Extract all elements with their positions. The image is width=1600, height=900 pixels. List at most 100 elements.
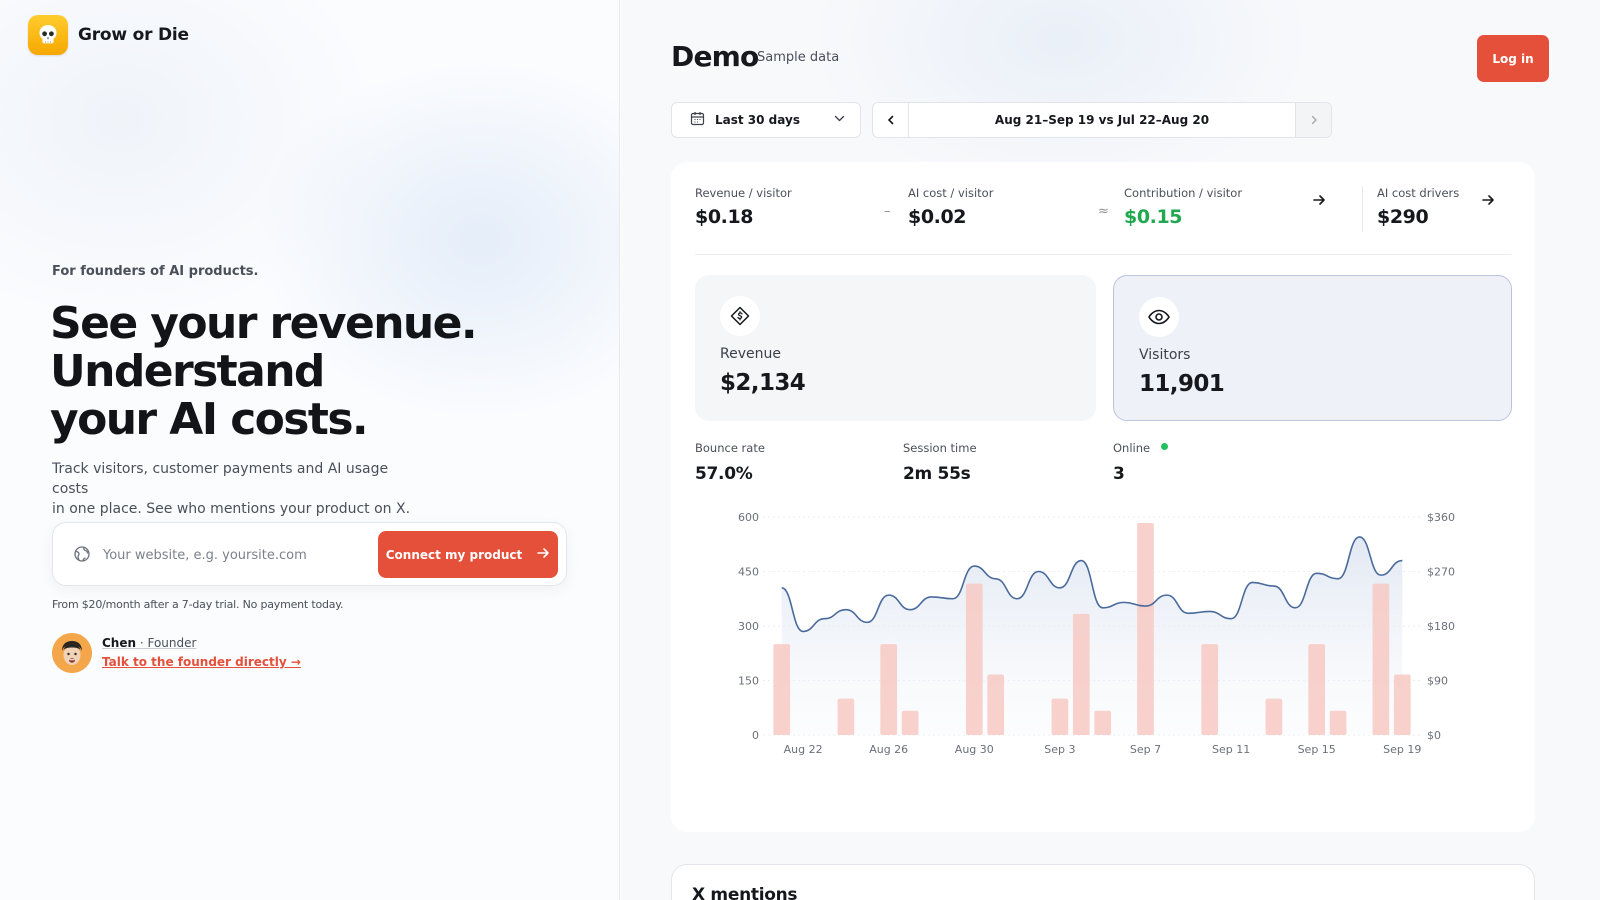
founder-name-line: Chen · Founder [102, 634, 301, 653]
metric-ai-cost-drivers[interactable]: AI cost drivers $290 [1377, 186, 1459, 228]
brand-name: Grow or Die [78, 25, 189, 45]
visitors-revenue-chart: 0 $0 150 $90 300 $180 450 $270 600 $360 Aug 22 Aug … [671, 507, 1535, 767]
stat-value: 57.0% [695, 464, 753, 484]
headline-line-2: Understand [50, 346, 325, 397]
pricing-note: From $20/month after a 7-day trial. No p… [52, 598, 344, 611]
x-tick-label: Aug 30 [955, 743, 994, 756]
headline-line-3: your AI costs. [50, 394, 369, 445]
revenue-bar [901, 710, 919, 735]
eye-icon [1139, 297, 1179, 337]
stat-bounce-rate: Bounce rate 57.0% [695, 441, 765, 484]
revenue-bar [1329, 710, 1347, 735]
metric-contribution-per-visitor[interactable]: Contribution / visitor $0.15 [1124, 186, 1242, 228]
online-status-dot [1161, 443, 1169, 450]
metric-label: Contribution / visitor [1124, 186, 1243, 200]
metric-value: $290 [1377, 206, 1429, 228]
date-range-value: Last 30 days [715, 113, 800, 127]
founder-name: Chen [102, 636, 137, 650]
y-right-tick-label: $360 [1427, 511, 1455, 524]
x-tick-label: Sep 15 [1298, 743, 1336, 756]
marketing-panel: Grow or Die For founders of AI products.… [0, 0, 620, 900]
y-left-tick-label: 150 [738, 675, 759, 688]
x-tick-label: Sep 3 [1044, 743, 1075, 756]
stat-value: 3 [1113, 464, 1125, 484]
visitors-tile[interactable]: Visitors 11,901 [1113, 275, 1512, 421]
y-right-tick-label: $270 [1427, 566, 1455, 579]
metric-value: $0.15 [1124, 206, 1183, 228]
globe-icon [73, 545, 91, 567]
tile-label: Revenue [720, 346, 781, 362]
ticket-dollar-icon [720, 296, 760, 336]
stat-label: Session time [903, 441, 977, 455]
subcopy-line-1: Track visitors, customer payments and AI… [52, 461, 389, 497]
x-tick-label: Aug 26 [869, 743, 908, 756]
revenue-bar [1051, 698, 1069, 735]
x-tick-label: Sep 11 [1212, 743, 1250, 756]
revenue-bar [1201, 644, 1219, 735]
arrow-right-icon[interactable] [1481, 192, 1495, 211]
revenue-bar [773, 644, 791, 735]
headline-line-1: See your revenue. [50, 298, 478, 349]
metric-value: $0.18 [695, 206, 754, 228]
calendar-icon [690, 111, 705, 129]
metrics-divider [695, 254, 1511, 255]
demo-panel: Demo Sample data Log in Last 30 days Aug [621, 0, 1600, 900]
y-right-tick-label: $180 [1427, 620, 1455, 633]
founder-role: · Founder [139, 636, 197, 650]
arrow-right-icon[interactable] [1312, 192, 1326, 211]
approx-operator: ≈ [1098, 204, 1109, 219]
chevron-left-icon [885, 111, 897, 130]
x-tick-label: Aug 22 [784, 743, 823, 756]
metric-ai-cost-per-visitor: AI cost / visitor $0.02 [908, 186, 993, 228]
chart-svg: 0 $0 150 $90 300 $180 450 $270 600 $360 Aug 22 Aug … [738, 511, 1455, 756]
tile-value: 11,901 [1139, 371, 1225, 397]
demo-subtitle: Sample data [757, 50, 840, 65]
revenue-bar [880, 644, 898, 735]
skull-logo-icon [28, 15, 68, 55]
stat-online: Online 3 [1113, 441, 1169, 484]
x-tick-label: Sep 7 [1130, 743, 1161, 756]
x-tick-label: Sep 19 [1383, 743, 1421, 756]
tile-value: $2,134 [720, 370, 806, 396]
metric-label: Revenue / visitor [695, 186, 792, 200]
metric-revenue-per-visitor: Revenue / visitor $0.18 [695, 186, 792, 228]
metric-label: AI cost / visitor [908, 186, 994, 200]
revenue-tile[interactable]: Revenue $2,134 [695, 275, 1096, 421]
talk-to-founder-link[interactable]: Talk to the founder directly → [102, 653, 301, 672]
revenue-bar [987, 674, 1005, 735]
next-period-button[interactable] [1295, 103, 1331, 137]
stat-session-time: Session time 2m 55s [903, 441, 977, 484]
revenue-bar [837, 698, 855, 735]
brand[interactable]: Grow or Die [28, 15, 189, 55]
revenue-bar [965, 583, 983, 735]
y-left-tick-label: 450 [738, 566, 759, 579]
hero-headline: See your revenue. Understand your AI cos… [50, 300, 520, 444]
metric-label: AI cost drivers [1377, 186, 1460, 200]
login-button[interactable]: Log in [1477, 35, 1549, 82]
revenue-bar [1308, 644, 1326, 735]
y-left-tick-label: 300 [738, 620, 759, 633]
period-navigator: Aug 21–Sep 19 vs Jul 22–Aug 20 [872, 102, 1332, 138]
chevron-down-icon [833, 112, 846, 128]
revenue-bar [1265, 698, 1283, 735]
tile-label: Visitors [1139, 347, 1191, 363]
stat-value: 2m 55s [903, 464, 971, 484]
metric-value: $0.02 [908, 206, 967, 228]
hero-subcopy: Track visitors, customer payments and AI… [52, 459, 412, 519]
demo-title: Demo [671, 40, 759, 73]
stat-label: Bounce rate [695, 441, 765, 455]
connect-product-button[interactable]: Connect my product [378, 531, 558, 578]
subcopy-line-2: in one place. See who mentions your prod… [52, 501, 411, 517]
minus-operator: – [884, 204, 891, 219]
website-input[interactable] [103, 543, 363, 567]
date-range-select[interactable]: Last 30 days [671, 102, 861, 138]
previous-period-button[interactable] [873, 103, 909, 137]
revenue-bar [1372, 583, 1390, 735]
y-right-tick-label: $90 [1427, 675, 1448, 688]
chevron-right-icon [1308, 111, 1320, 130]
founder-avatar [52, 633, 92, 673]
stat-label: Online [1113, 441, 1169, 455]
connect-button-label: Connect my product [385, 547, 523, 562]
x-mentions-title: X mentions [692, 885, 798, 900]
y-right-tick-label: $0 [1427, 729, 1441, 742]
